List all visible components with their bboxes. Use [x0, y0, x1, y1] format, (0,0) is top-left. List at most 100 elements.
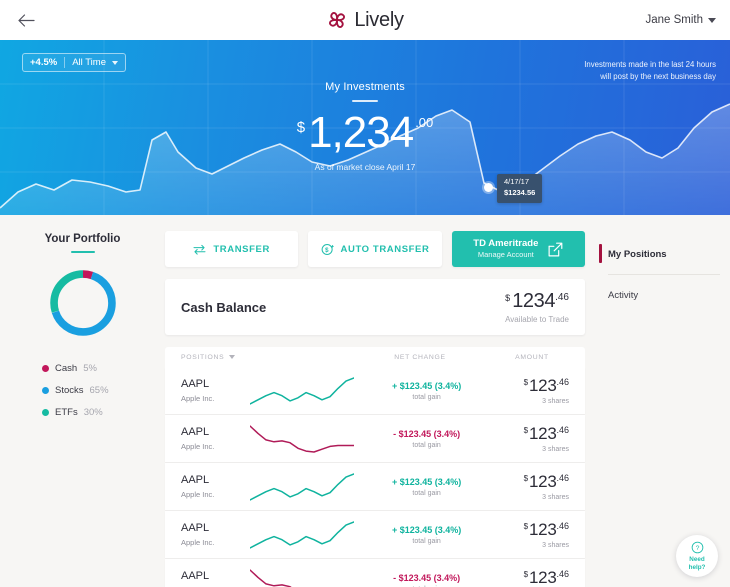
legend-item: ETFs 30% — [42, 407, 165, 418]
hero-amount-cents: .00 — [415, 115, 434, 130]
title-underline — [352, 100, 378, 102]
position-amount: $123.463 shares — [498, 425, 569, 453]
table-row[interactable]: AAPLApple Inc. - $123.45 (3.4%)total gain… — [165, 415, 585, 462]
legend-color-dot — [42, 409, 49, 416]
user-menu[interactable]: Jane Smith — [645, 14, 716, 26]
position-change-value: + $123.45 (3.4%) — [391, 380, 462, 391]
position-symbol: AAPL Apple Inc. — [181, 474, 250, 499]
center-column: TRANSFER $ AUTO TRANSFER TD Ameritrade M… — [165, 215, 585, 587]
position-amount-value: $123.46 — [498, 569, 569, 586]
position-symbol: AAPL Apple Inc. — [181, 522, 250, 547]
position-company: Apple Inc. — [181, 442, 215, 451]
column-positions-label: POSITIONS — [181, 353, 225, 361]
tooltip-value: $1234.56 — [504, 187, 536, 197]
portfolio-underline — [70, 251, 95, 253]
position-change-value: + $123.45 (3.4%) — [391, 524, 462, 535]
td-ameritrade-button[interactable]: TD Ameritrade Manage Account — [451, 231, 585, 267]
table-row[interactable]: AAPL Apple Inc. + $123.45 (3.4%) total gain… — [165, 463, 585, 510]
position-amount: $123.463 shares — [498, 473, 569, 501]
position-amount-cents: .46 — [556, 376, 569, 387]
position-change-label: total gain — [412, 489, 441, 497]
arrow-left-icon — [17, 13, 35, 27]
need-help-button[interactable]: ? Need help? — [676, 535, 718, 577]
brand: Lively — [0, 0, 730, 40]
legend-label: Cash — [55, 363, 78, 374]
legend-color-dot — [42, 387, 49, 394]
position-amount-value: $123.46 — [498, 521, 569, 538]
main-body: Your Portfolio Cash 5% Stocks 65% ETFs 3… — [0, 215, 730, 587]
position-change-value: + $123.45 (3.4%) — [391, 476, 462, 487]
need-help-label: Need help? — [689, 556, 706, 570]
brand-name: Lively — [354, 8, 404, 31]
transfer-button[interactable]: TRANSFER — [165, 231, 299, 267]
position-net-change: + $123.45 (3.4%) total gain — [355, 477, 498, 497]
user-name: Jane Smith — [645, 14, 703, 26]
position-net-change: + $123.45 (3.4%) total gain — [355, 525, 498, 545]
legend-value: 65% — [89, 385, 109, 396]
hero-banner: +4.5% All Time Investments made in the l… — [0, 40, 730, 215]
tab-activity[interactable]: Activity — [599, 280, 730, 310]
currency-symbol: $ — [523, 425, 529, 435]
position-company: Apple Inc. — [181, 394, 215, 403]
transfer-arrows-icon — [193, 244, 206, 255]
position-shares: 3 shares — [542, 541, 569, 549]
broker-text: TD Ameritrade Manage Account — [473, 238, 538, 259]
position-amount-value: $123.46 — [498, 473, 569, 490]
need-help-line1: Need — [689, 556, 705, 564]
currency-symbol: $ — [296, 119, 306, 136]
svg-text:?: ? — [695, 545, 699, 552]
position-net-change: - $123.45 (3.4%)total gain — [355, 429, 498, 449]
position-company: Apple Inc. — [181, 490, 215, 499]
positions-table-rows: AAPL Apple Inc. + $123.45 (3.4%) total gain… — [165, 367, 585, 587]
position-amount-dollars: 123 — [529, 423, 557, 443]
hero-notice: Investments made in the last 24 hours wi… — [584, 59, 716, 83]
position-ticker: AAPL — [181, 522, 210, 534]
hero-amount-value: 1,234 — [308, 108, 414, 157]
question-circle-icon: ? — [691, 541, 703, 554]
auto-transfer-label: AUTO TRANSFER — [340, 243, 430, 255]
position-amount: $123.463 shares — [498, 569, 569, 587]
position-change-value: - $123.45 (3.4%) — [393, 572, 461, 583]
dollar-clock-icon: $ — [321, 243, 334, 255]
table-row[interactable]: AAPLApple Inc.- $123.45 (3.4%)total gain… — [165, 559, 585, 587]
currency-symbol: $ — [523, 521, 529, 531]
position-amount-dollars: 123 — [529, 567, 557, 587]
need-help-line2: help? — [688, 563, 706, 571]
external-link-icon — [548, 242, 563, 256]
right-panel: My Positions Activity — [585, 215, 730, 587]
position-company: Apple Inc. — [181, 538, 215, 547]
position-amount-cents: .46 — [556, 472, 569, 483]
table-row[interactable]: AAPL Apple Inc. + $123.45 (3.4%) total gain… — [165, 511, 585, 558]
lively-clover-logo — [329, 11, 346, 29]
position-amount-dollars: 123 — [529, 471, 557, 491]
cash-balance-cents: .46 — [555, 291, 569, 303]
position-amount-value: $123.46 — [498, 425, 569, 442]
position-amount: $123.463 shares — [498, 377, 569, 405]
portfolio-sidebar: Your Portfolio Cash 5% Stocks 65% ETFs 3… — [0, 215, 165, 587]
legend-label: Stocks — [55, 385, 84, 396]
donut-chart-wrap — [0, 265, 165, 341]
position-net-change: - $123.45 (3.4%)total gain — [355, 573, 498, 587]
auto-transfer-button[interactable]: $ AUTO TRANSFER — [308, 231, 442, 267]
hero-summary: My Investments $ 1,234 .00 As of market … — [0, 81, 730, 172]
position-ticker: AAPL — [181, 474, 210, 486]
range-selector[interactable]: +4.5% All Time — [22, 53, 126, 72]
position-amount: $123.46 3 shares — [498, 521, 569, 549]
table-row[interactable]: AAPL Apple Inc. + $123.45 (3.4%) total gain… — [165, 367, 585, 414]
chart-point-marker — [484, 183, 493, 192]
cash-balance-value: 1234 — [512, 289, 556, 312]
cash-balance-card: Cash Balance $ 1234 .46 Available to Tra… — [165, 279, 585, 335]
position-change-label: total gain — [412, 393, 441, 401]
position-symbol: AAPL Apple Inc. — [181, 426, 250, 451]
tab-my-positions[interactable]: My Positions — [599, 239, 730, 269]
column-positions[interactable]: POSITIONS — [181, 353, 236, 361]
range-percent: +4.5% — [30, 57, 58, 68]
currency-symbol: $ — [505, 292, 511, 303]
currency-symbol: $ — [523, 377, 529, 387]
position-amount-dollars: 123 — [529, 375, 557, 395]
back-button[interactable] — [6, 0, 46, 40]
positions-table-header: POSITIONS NET CHANGE AMOUNT — [165, 347, 585, 367]
position-symbol: AAPL Apple Inc. — [181, 378, 250, 403]
hero-title: My Investments — [325, 81, 405, 93]
cash-balance-right: $ 1234 .46 Available to Trade — [505, 291, 569, 324]
